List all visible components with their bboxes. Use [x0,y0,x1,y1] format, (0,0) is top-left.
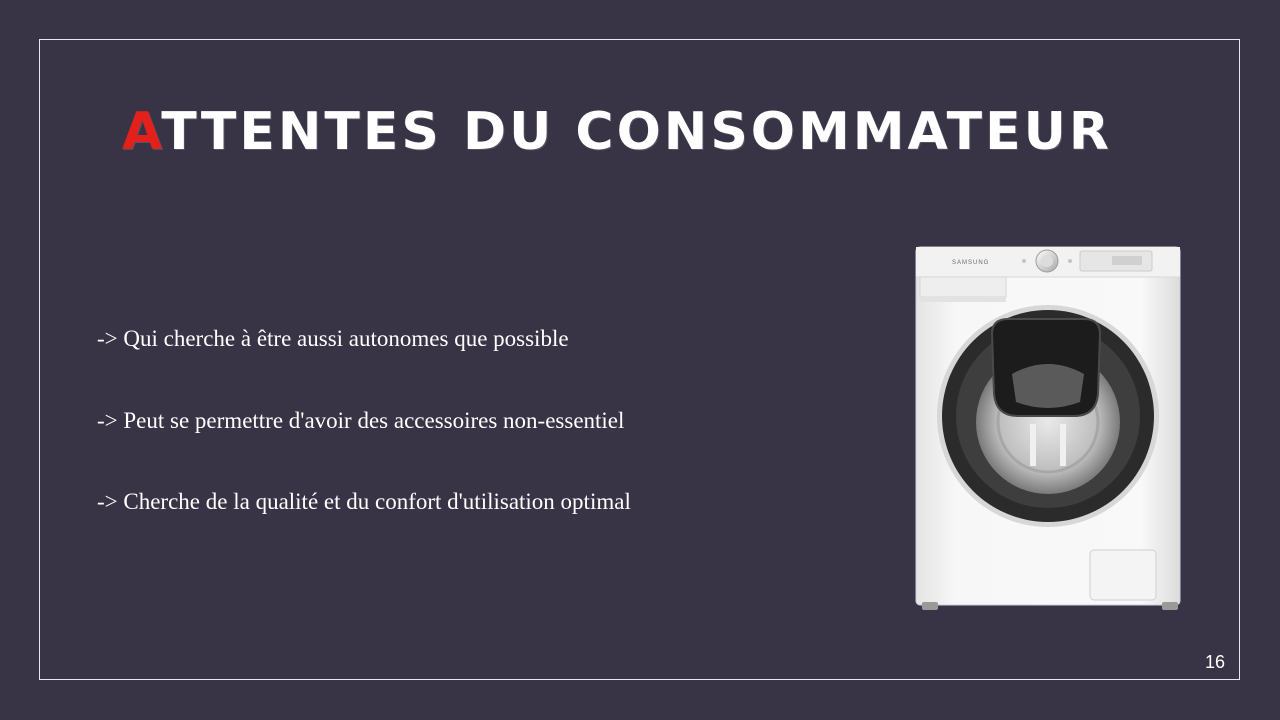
washing-machine-image: SAMSUNG [915,246,1181,610]
bullet-item-2: -> Peut se permettre d'avoir des accesso… [97,408,625,433]
page-number: 16 [1205,652,1226,672]
brand-label: SAMSUNG [952,260,989,266]
bullet-item-1: -> Qui cherche à être aussi autonomes qu… [97,326,569,351]
slide-title: ATTENTES DU CONSOMMATEUR [122,102,1112,162]
bullet-item-3: -> Cherche de la qualité et du confort d… [97,489,631,514]
title-rest: TTENTES DU CONSOMMATEUR [161,102,1112,162]
title-first-letter: A [122,102,162,162]
